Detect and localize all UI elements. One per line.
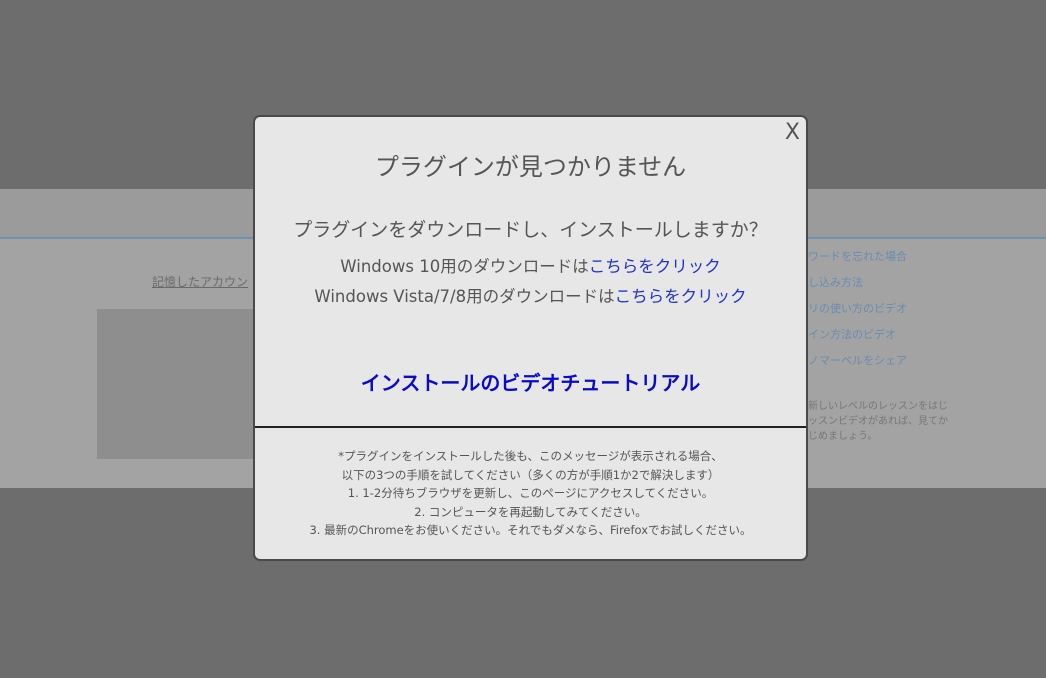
note-line: 2. コンピュータを再起動してみてください。 [414,504,647,519]
plugin-not-found-dialog: X プラグインが見つかりません プラグインをダウンロードし、インストールしますか… [253,115,808,561]
win78-download-link[interactable]: こちらをクリック [615,287,747,306]
video-tutorial-link[interactable]: インストールのビデオチュートリアル [255,367,806,396]
background-side-note: 新しいレベルのレッスンをはじ ッスンビデオがあれば、見てか じめましょう。 [808,399,968,444]
install-question: プラグインをダウンロードし、インストールしますか？ [293,219,768,241]
win10-download-text: Windows 10用のダウンロードは [340,257,589,276]
note-line: 1. 1-2分待ちブラウザを更新し、このページにアクセスしてください。 [347,486,714,500]
troubleshooting-notes: *プラグインをインストールした後も、このメッセージが表示される場合、 以下の3つ… [255,447,806,540]
side-link-app-video: リの使い方のビデオ [808,302,907,315]
note-line: 3. 最新のChromeをお使いください。それでもダメなら、Firefoxでお試… [309,523,752,537]
note-line: *プラグインをインストールした後も、このメッセージが表示される場合、 [338,449,723,463]
side-note-line: 新しいレベルのレッスンをはじ [808,401,948,412]
divider [255,426,806,428]
side-link-forgot-password: ワードを忘れた場合 [808,250,907,263]
side-link-signup: し込み方法 [808,276,863,289]
win10-download-line: Windows 10用のダウンロードはこちらをクリック [255,253,806,277]
close-button[interactable]: X [785,120,800,146]
win78-download-text: Windows Vista/7/8用のダウンロードは [314,287,615,306]
side-note-line: じめましょう。 [808,431,878,442]
side-note-line: ッスンビデオがあれば、見てか [808,416,948,427]
side-link-login-video: イン方法のビデオ [808,328,896,341]
side-link-share: ノマーベルをシェア [808,354,907,367]
win78-download-line: Windows Vista/7/8用のダウンロードはこちらをクリック [255,283,806,307]
note-line: 以下の3つの手順を試してください（多くの方が手順1か2で解決します） [341,467,720,482]
dialog-title: プラグインが見つかりません [374,153,687,181]
background-side-links: ワードを忘れた場合 し込み方法 リの使い方のビデオ イン方法のビデオ ノマーベル… [808,249,907,379]
win10-download-link[interactable]: こちらをクリック [589,257,721,276]
remember-account-link: 記憶したアカウン [152,275,249,289]
background-panel [97,309,257,459]
